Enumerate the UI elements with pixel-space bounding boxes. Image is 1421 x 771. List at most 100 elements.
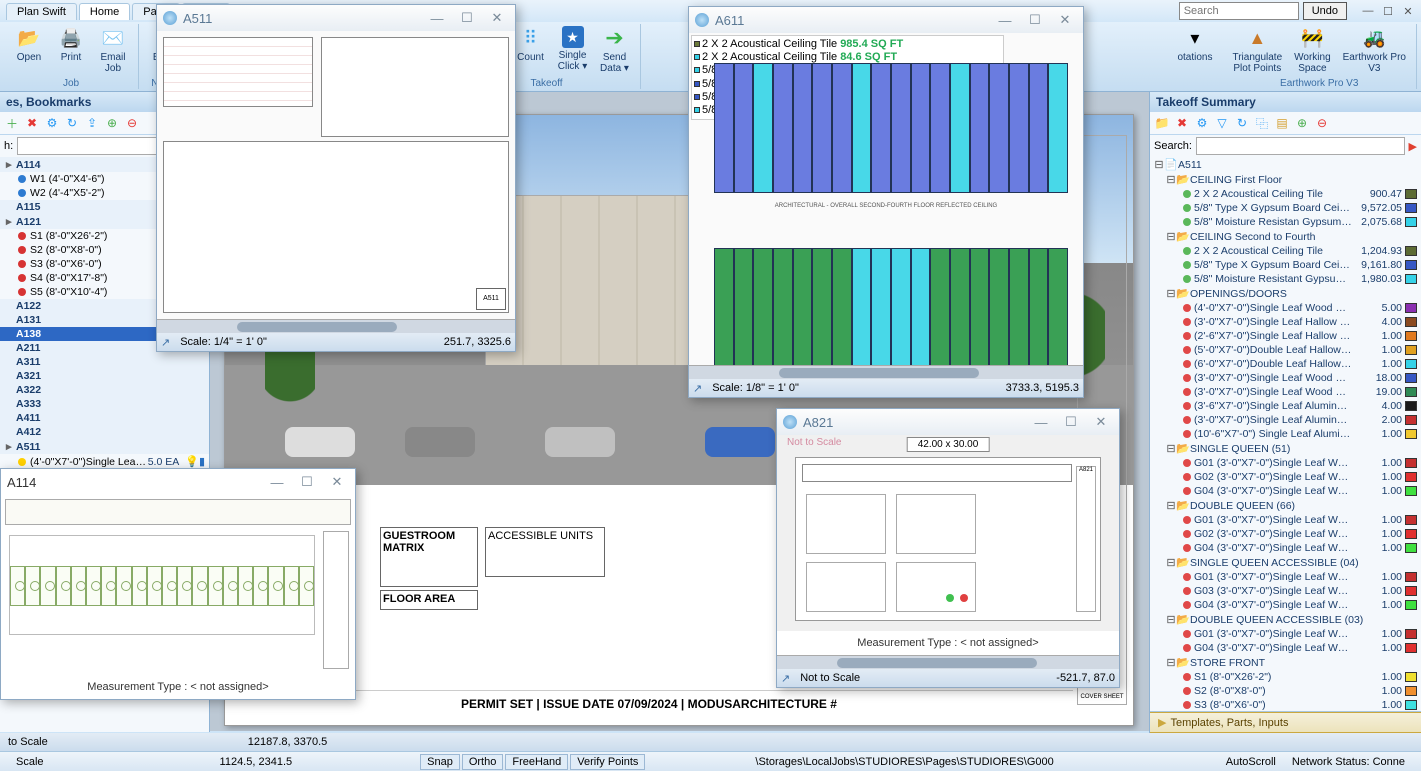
snap-toggle[interactable]: Snap — [420, 754, 460, 770]
earthwork-button[interactable]: 🚜Earthwork Pro V3 — [1339, 24, 1410, 76]
page-node[interactable]: A311 — [0, 355, 209, 369]
maximize-icon[interactable]: ☐ — [1059, 414, 1083, 430]
summary-item[interactable]: 5/8" Moisture Resistant Gypsum B...1,980… — [1150, 272, 1421, 286]
single-click-button[interactable]: ★Single Click ▾ — [554, 24, 592, 76]
summary-item[interactable]: G04 (3'-0"X7'-0")Single Leaf Wood ...1.0… — [1150, 598, 1421, 612]
email-job-button[interactable]: ✉️Email Job — [94, 24, 132, 76]
folder-node[interactable]: ⊟📂STORE FRONT — [1150, 655, 1421, 670]
minus-icon[interactable]: ⊖ — [1314, 115, 1330, 131]
expand-icon[interactable]: ↗ — [693, 382, 702, 395]
maximize-icon[interactable]: ☐ — [295, 474, 319, 490]
filter-icon[interactable]: ▽ — [1214, 115, 1230, 131]
expand-icon[interactable]: ↗ — [781, 672, 790, 685]
h-scrollbar[interactable] — [689, 365, 1083, 379]
close-icon[interactable]: ✕ — [1053, 12, 1077, 28]
minimize-icon[interactable]: — — [265, 475, 289, 490]
summary-item[interactable]: 5/8" Type X Gypsum Board Ceiling9,161.80 — [1150, 258, 1421, 272]
summary-item[interactable]: G04 (3'-0"X7'-0")Single Leaf Wood ...1.0… — [1150, 484, 1421, 498]
folder-node[interactable]: ⊟📂SINGLE QUEEN ACCESSIBLE (04) — [1150, 555, 1421, 570]
freehand-toggle[interactable]: FreeHand — [505, 754, 568, 770]
folder-node[interactable]: ⊟📂OPENINGS/DOORS — [1150, 286, 1421, 301]
working-space-button[interactable]: 🚧Working Space — [1290, 24, 1335, 76]
summary-item[interactable]: G04 (3'-0"X7'-0")Single Leaf Wood ...1.0… — [1150, 641, 1421, 655]
search-go-icon[interactable]: ▶ — [1409, 140, 1417, 153]
delete-icon[interactable]: ✖ — [24, 115, 40, 131]
list-icon[interactable]: ▤ — [1274, 115, 1290, 131]
h-scrollbar[interactable] — [157, 319, 515, 333]
gear2-icon[interactable]: ⚙ — [1194, 115, 1210, 131]
summary-item[interactable]: (3'-0"X7'-0")Single Leaf Aluminum Glass.… — [1150, 413, 1421, 427]
minimize-icon[interactable]: — — [425, 11, 449, 26]
close-icon[interactable]: ✕ — [1089, 414, 1113, 430]
summary-item[interactable]: (4'-0"X7'-0")Single Leaf Wood Door W/...… — [1150, 301, 1421, 315]
summary-item[interactable]: (3'-6"X7'-0")Single Leaf Aluminum Glass.… — [1150, 399, 1421, 413]
minimize-icon[interactable]: — — [1029, 415, 1053, 430]
summary-item[interactable]: (5'-0"X7'-0")Double Leaf Hallow Metal D.… — [1150, 343, 1421, 357]
page-node[interactable]: A411 — [0, 411, 209, 425]
takeoff-item[interactable]: (4'-0"X7'-0")Single Leaf Wood...5.0 EA💡▮ — [0, 454, 209, 469]
page-node[interactable]: A322 — [0, 383, 209, 397]
tab-home[interactable]: Home — [79, 3, 130, 20]
undo-button[interactable]: Undo — [1303, 2, 1347, 20]
folder-node[interactable]: ⊟📂CEILING Second to Fourth — [1150, 229, 1421, 244]
summary-item[interactable]: S2 (8'-0"X8'-0")1.00 — [1150, 684, 1421, 698]
window-minimize-icon[interactable]: — — [1361, 5, 1375, 18]
count-button[interactable]: ⠿Count — [512, 24, 550, 76]
delete2-icon[interactable]: ✖ — [1174, 115, 1190, 131]
summary-item[interactable]: G01 (3'-0"X7'-0")Single Leaf Wood ...1.0… — [1150, 456, 1421, 470]
right-tree[interactable]: ⊟📄A511⊟📂CEILING First Floor2 X 2 Acousti… — [1150, 157, 1421, 711]
settings-icon[interactable]: ⚙ — [44, 115, 60, 131]
summary-item[interactable]: 5/8" Type X Gypsum Board Ceiling9,572.05 — [1150, 201, 1421, 215]
close-icon[interactable]: ✕ — [485, 10, 509, 26]
otations-button[interactable]: ▾otations — [1173, 24, 1216, 65]
summary-item[interactable]: 5/8" Moisture Resistan Gypsum Bo...2,075… — [1150, 215, 1421, 229]
verify-toggle[interactable]: Verify Points — [570, 754, 645, 770]
open-button[interactable]: 📂Open — [10, 24, 48, 76]
add2-icon[interactable]: ⊕ — [104, 115, 120, 131]
triangulate-button[interactable]: ▲Triangulate Plot Points — [1228, 24, 1286, 76]
copy-icon[interactable]: ⿻ — [1254, 115, 1270, 131]
folder-node[interactable]: ⊟📂DOUBLE QUEEN ACCESSIBLE (03) — [1150, 612, 1421, 627]
summary-item[interactable]: G01 (3'-0"X7'-0")Single Leaf Wood ...1.0… — [1150, 513, 1421, 527]
export-icon[interactable]: ⇪ — [84, 115, 100, 131]
summary-item[interactable]: 2 X 2 Acoustical Ceiling Tile900.47 — [1150, 187, 1421, 201]
page-node[interactable]: A412 — [0, 425, 209, 439]
window-a611[interactable]: A611 — ☐ ✕ 2 X 2 Acoustical Ceiling Tile… — [688, 6, 1084, 398]
tab-templates[interactable]: ▶Templates, Parts, Inputs — [1150, 712, 1421, 732]
window-close-icon[interactable]: ✕ — [1401, 5, 1415, 18]
window-maximize-icon[interactable]: ☐ — [1381, 5, 1395, 18]
remove-icon[interactable]: ⊖ — [124, 115, 140, 131]
print-button[interactable]: 🖨️Print — [52, 24, 90, 76]
minimize-icon[interactable]: — — [993, 13, 1017, 28]
summary-item[interactable]: G02 (3'-0"X7'-0")Single Leaf Wood ...1.0… — [1150, 527, 1421, 541]
root-node[interactable]: ⊟📄A511 — [1150, 157, 1421, 172]
h-scrollbar[interactable] — [777, 655, 1119, 669]
title-search-input[interactable] — [1179, 2, 1299, 20]
summary-item[interactable]: S1 (8'-0"X26'-2")1.00 — [1150, 670, 1421, 684]
summary-item[interactable]: (3'-0"X7'-0")Single Leaf Wood Door ...18… — [1150, 371, 1421, 385]
window-a511[interactable]: A511 — ☐ ✕ A511 ↗ Scale: 1/4" = 1' 0" 25… — [156, 4, 516, 352]
ortho-toggle[interactable]: Ortho — [462, 754, 504, 770]
add-icon[interactable]: ＋ — [4, 115, 20, 131]
maximize-icon[interactable]: ☐ — [1023, 12, 1047, 28]
expand-icon[interactable]: ↗ — [161, 336, 170, 349]
send-data-button[interactable]: ➔Send Data ▾ — [596, 24, 634, 76]
a611-body[interactable]: 2 X 2 Acoustical Ceiling Tile 985.4 SQ F… — [689, 33, 1083, 365]
close-icon[interactable]: ✕ — [325, 474, 349, 490]
a821-body[interactable]: Not to Scale 42.00 x 30.00 A821 — [777, 435, 1119, 631]
right-search-input[interactable] — [1196, 137, 1405, 155]
folder-node[interactable]: ⊟📂SINGLE QUEEN (51) — [1150, 441, 1421, 456]
folder-icon[interactable]: 📁 — [1154, 115, 1170, 131]
refresh2-icon[interactable]: ↻ — [1234, 115, 1250, 131]
maximize-icon[interactable]: ☐ — [455, 10, 479, 26]
a114-body[interactable] — [1, 495, 355, 675]
summary-item[interactable]: 2 X 2 Acoustical Ceiling Tile1,204.93 — [1150, 244, 1421, 258]
page-node[interactable]: A333 — [0, 397, 209, 411]
summary-item[interactable]: G02 (3'-0"X7'-0")Single Leaf Wood ...1.0… — [1150, 470, 1421, 484]
summary-item[interactable]: (6'-0"X7'-0")Double Leaf Hallow Metal D.… — [1150, 357, 1421, 371]
summary-item[interactable]: G01 (3'-0"X7'-0")Single Leaf Wood ...1.0… — [1150, 627, 1421, 641]
summary-item[interactable]: (2'-6"X7'-0")Single Leaf Hallow Metal D.… — [1150, 329, 1421, 343]
folder-node[interactable]: ⊟📂CEILING First Floor — [1150, 172, 1421, 187]
summary-item[interactable]: (3'-0"X7'-0")Single Leaf Hallow Metal D.… — [1150, 315, 1421, 329]
page-node[interactable]: ▸A511 — [0, 439, 209, 454]
